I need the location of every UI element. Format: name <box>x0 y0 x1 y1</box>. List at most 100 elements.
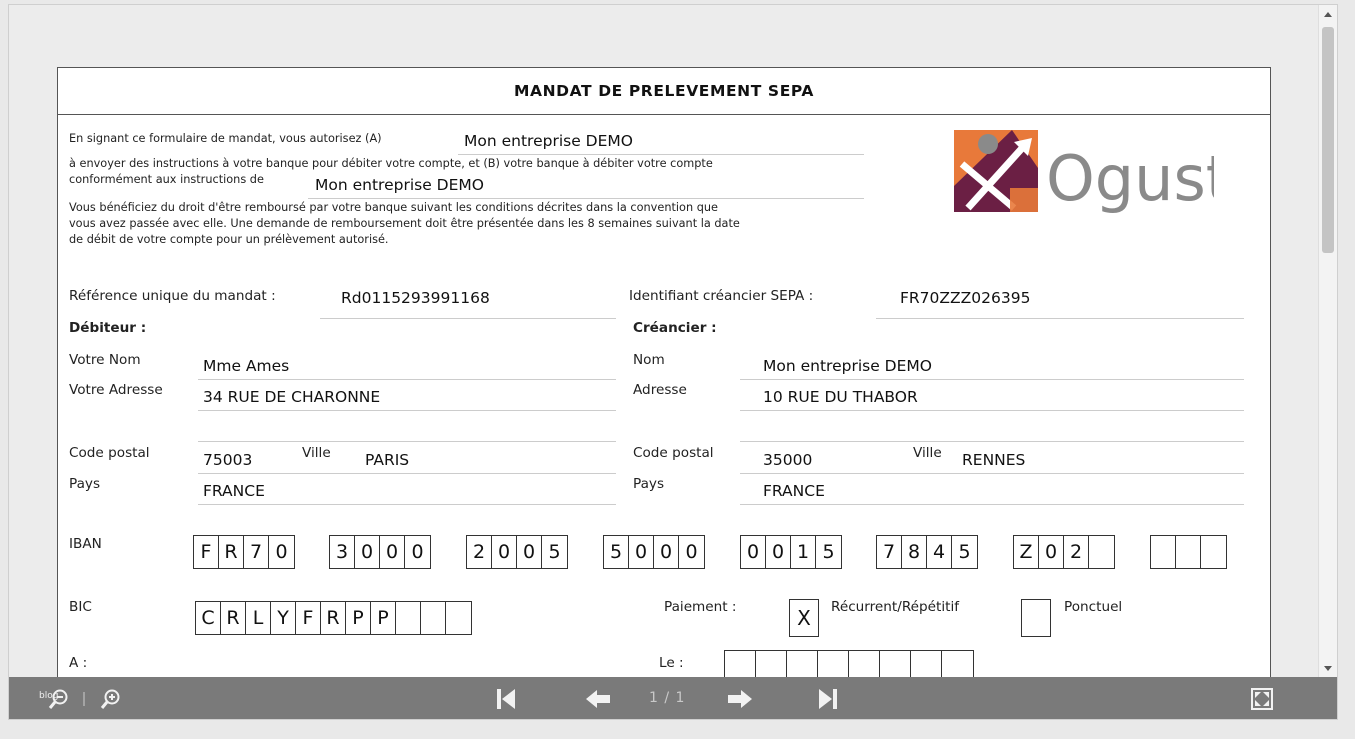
creditor-heading: Créancier : <box>633 320 717 336</box>
debtor-country-label: Pays <box>69 476 101 492</box>
iban-char-cell: 0 <box>766 536 791 568</box>
zoom-out-icon[interactable] <box>45 677 73 719</box>
vertical-scrollbar[interactable] <box>1318 5 1337 677</box>
bic-label: BIC <box>69 599 92 615</box>
iban-group[interactable]: 2005 <box>466 535 568 569</box>
iban-char-cell: 5 <box>958 541 971 563</box>
bic-char-cell: F <box>296 602 321 634</box>
debtor-name-line <box>198 379 616 380</box>
reference-value: Rd0115293991168 <box>341 289 490 307</box>
iban-char-cell <box>1201 536 1226 568</box>
iban-char-cell: 4 <box>927 536 952 568</box>
creditor-address-line-2 <box>740 441 1244 442</box>
iban-char-cell: 2 <box>1064 536 1089 568</box>
debtor-address-label: Votre Adresse <box>69 382 163 398</box>
iban-char-cell: 3 <box>330 536 355 568</box>
creditor-name-label: Nom <box>633 352 665 368</box>
zoom-in-icon[interactable] <box>97 677 125 719</box>
toolbar-divider <box>79 677 89 719</box>
ogust-logo: Ogust <box>954 128 1230 222</box>
bic-char-cell: Y <box>271 602 296 634</box>
bic-field[interactable]: CRLYFRPP <box>195 601 472 635</box>
debtor-country-line <box>198 504 616 505</box>
iban-char-cell: 1 <box>791 536 816 568</box>
iban-char-cell: 7 <box>244 536 269 568</box>
iban-char-cell: 0 <box>654 536 679 568</box>
iban-char-cell: 5 <box>822 541 835 563</box>
iban-char-cell: 0 <box>492 536 517 568</box>
debtor-address-value: 34 RUE DE CHARONNE <box>203 388 381 406</box>
iban-char-cell: 0 <box>355 536 380 568</box>
creditor-address-value: 10 RUE DU THABOR <box>763 388 918 406</box>
iban-char-cell: 0 <box>1039 536 1064 568</box>
iban-char-cell: Z <box>1014 536 1039 568</box>
iban-group[interactable]: Z02 <box>1013 535 1115 569</box>
rights-line-1: Vous bénéficiez du droit d'être rembours… <box>69 201 718 214</box>
creditor-postal-label: Code postal <box>633 445 714 461</box>
bic-char-cell: R <box>221 602 246 634</box>
creditor-a-value: Mon entreprise DEMO <box>464 132 633 150</box>
reference-line <box>320 318 616 319</box>
iban-char-cell: 0 <box>629 536 654 568</box>
oneoff-checkbox[interactable] <box>1021 599 1051 637</box>
iban-char-cell: 0 <box>685 541 698 563</box>
bic-char-cell <box>421 602 446 634</box>
debtor-country-value: FRANCE <box>203 482 265 500</box>
recurrent-checkbox[interactable]: X <box>789 599 819 637</box>
creditor-country-value: FRANCE <box>763 482 825 500</box>
page-indicator: 1 / 1 <box>649 690 686 706</box>
iban-group[interactable]: 3000 <box>329 535 431 569</box>
oneoff-label: Ponctuel <box>1064 599 1123 615</box>
creditor-city-label: Ville <box>913 445 942 461</box>
iban-char-cell: 0 <box>411 541 424 563</box>
iban-char-cell: 8 <box>902 536 927 568</box>
debtor-heading: Débiteur : <box>69 320 147 336</box>
next-page-icon[interactable] <box>725 677 755 719</box>
last-page-icon[interactable] <box>813 677 843 719</box>
creditor-postal-value: 35000 <box>763 451 813 469</box>
iban-group[interactable]: 5000 <box>603 535 705 569</box>
viewer-toolbar: blog 1 / 1 <box>9 677 1337 719</box>
iban-char-cell: 0 <box>741 536 766 568</box>
fullscreen-icon[interactable] <box>1247 677 1277 719</box>
place-label: A : <box>69 655 88 671</box>
iban-char-cell: R <box>219 536 244 568</box>
scroll-down-icon[interactable] <box>1324 666 1332 671</box>
bic-char-cell: C <box>196 602 221 634</box>
intro-line-1: En signant ce formulaire de mandat, vous… <box>69 132 382 145</box>
iban-char-cell <box>1176 536 1201 568</box>
creditor-b-line <box>308 198 864 199</box>
previous-page-icon[interactable] <box>583 677 613 719</box>
creditor-address-label: Adresse <box>633 382 687 398</box>
bic-char-cell: L <box>246 602 271 634</box>
iban-char-cell: 0 <box>380 536 405 568</box>
iban-group[interactable]: 7845 <box>876 535 978 569</box>
creditor-id-value: FR70ZZZ026395 <box>900 289 1031 307</box>
creditor-a-line <box>458 154 864 155</box>
iban-char-cell <box>1089 536 1114 568</box>
debtor-address-line <box>198 410 616 411</box>
bic-char-cell: P <box>371 602 396 634</box>
debtor-name-value: Mme Ames <box>203 357 290 375</box>
creditor-address-line <box>740 410 1244 411</box>
first-page-icon[interactable] <box>491 677 521 719</box>
scroll-up-icon[interactable] <box>1324 12 1332 17</box>
debtor-city-label: Ville <box>302 445 331 461</box>
iban-group[interactable]: 0015 <box>740 535 842 569</box>
iban-group[interactable]: FR70 <box>193 535 295 569</box>
scrollbar-thumb[interactable] <box>1322 27 1334 253</box>
creditor-name-line <box>740 379 1244 380</box>
recurrent-label: Récurrent/Répétitif <box>831 599 960 615</box>
rights-line-2: vous avez passée avec elle. Une demande … <box>69 217 740 230</box>
creditor-postal-line <box>740 473 1244 474</box>
bic-char-cell <box>446 602 471 634</box>
document-viewer: MANDAT DE PRELEVEMENT SEPA En signant ce… <box>8 4 1338 720</box>
iban-group[interactable] <box>1150 535 1227 569</box>
creditor-b-value: Mon entreprise DEMO <box>315 176 484 194</box>
debtor-name-label: Votre Nom <box>69 352 141 368</box>
debtor-postal-label: Code postal <box>69 445 150 461</box>
intro-line-2: à envoyer des instructions à votre banqu… <box>69 157 713 170</box>
payment-label: Paiement : <box>664 599 737 615</box>
iban-char-cell: 5 <box>604 536 629 568</box>
debtor-address-line-2 <box>198 441 616 442</box>
